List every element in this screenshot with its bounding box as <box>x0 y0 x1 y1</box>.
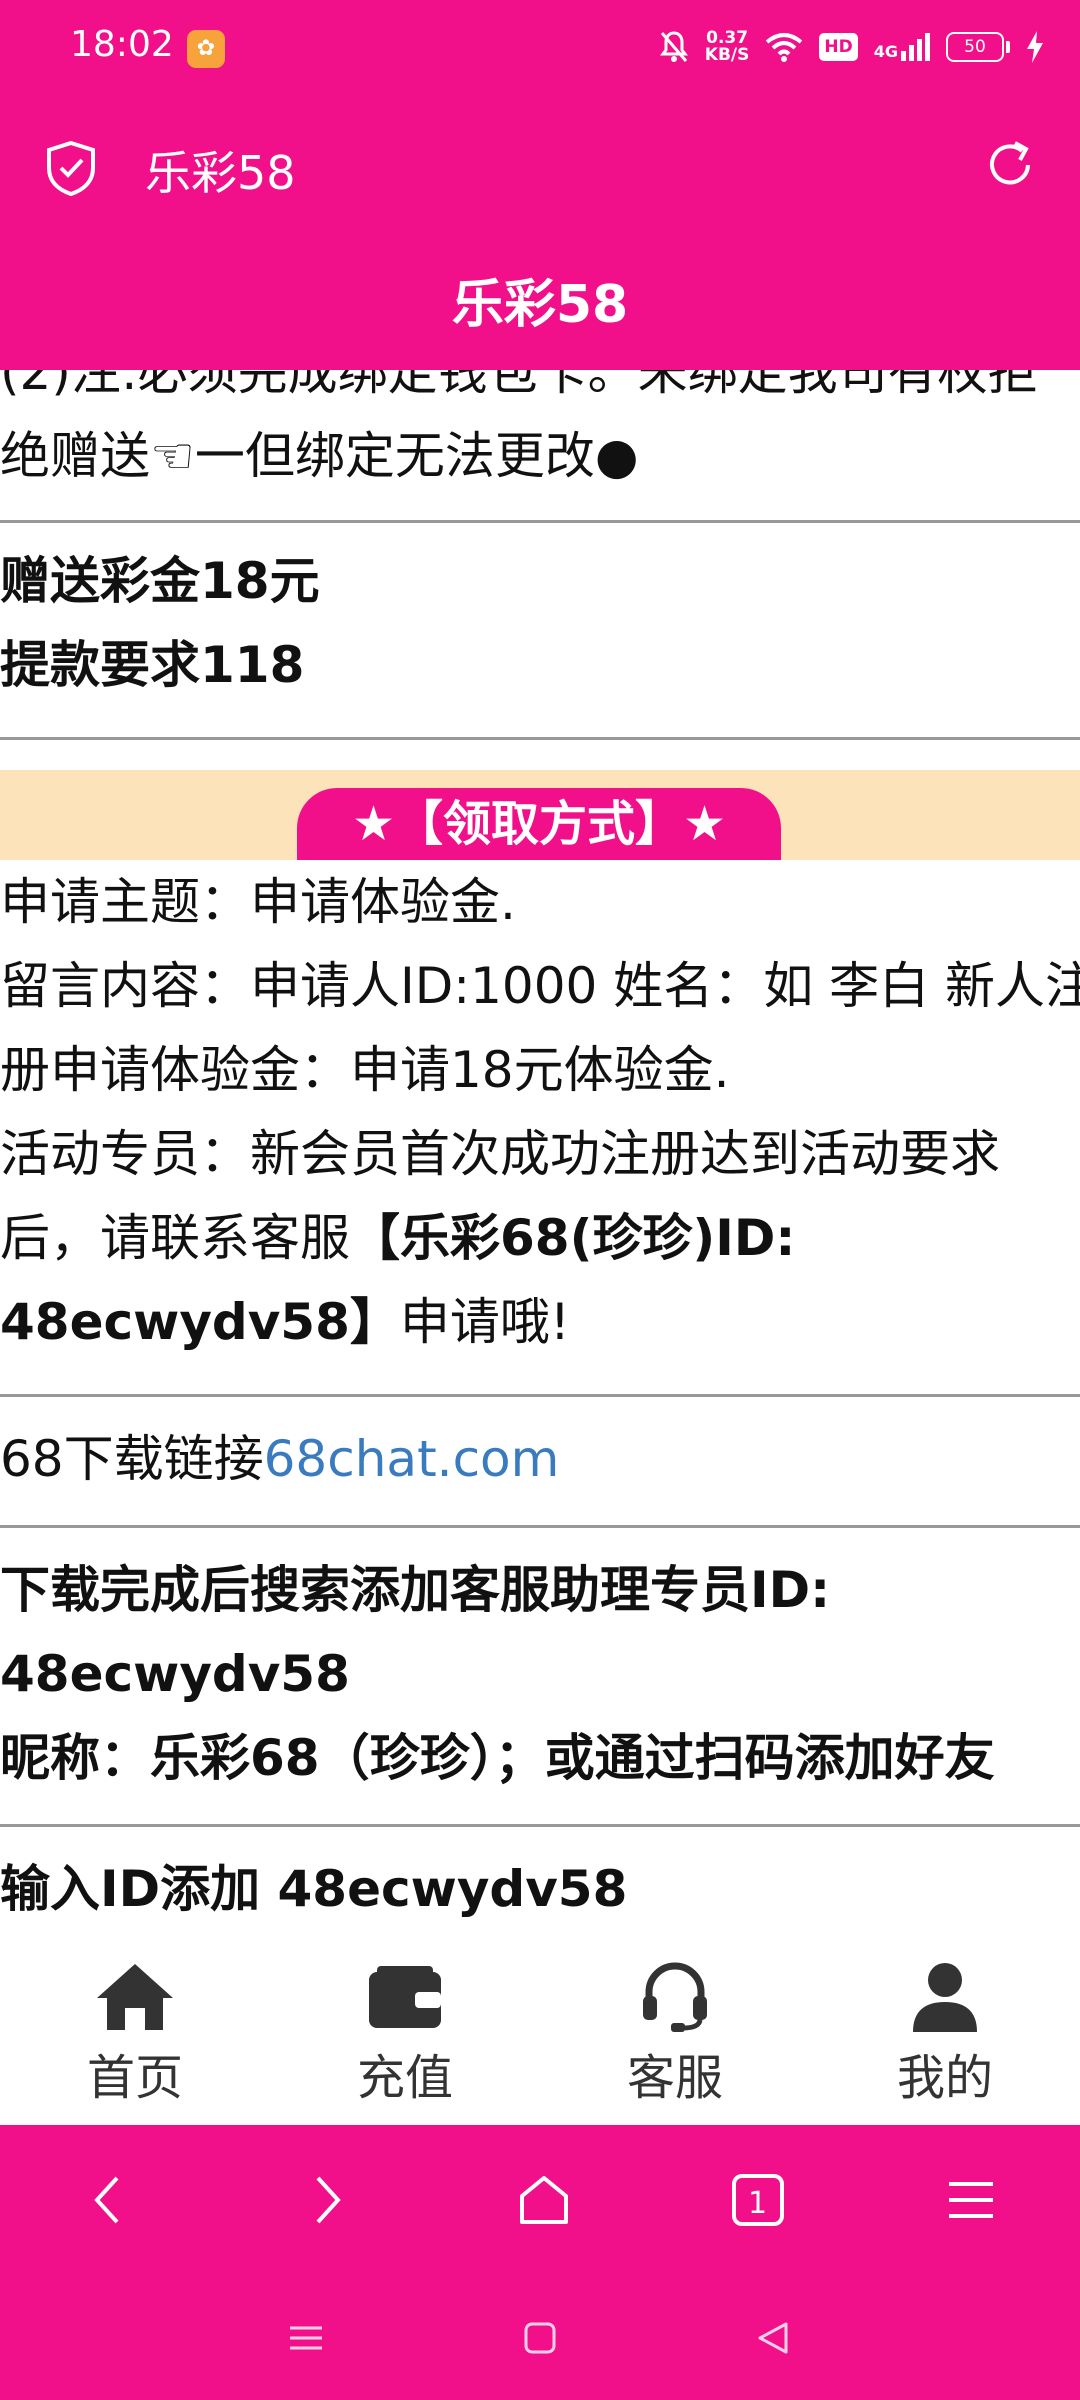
status-bar: 18:02 ✿ 0.37 KB/S HD 4G 50 <box>0 0 1080 95</box>
wifi-icon <box>766 33 803 62</box>
tab-recharge[interactable]: 充值 <box>270 1925 540 2125</box>
system-home-icon[interactable] <box>518 2316 562 2360</box>
divider <box>0 737 1080 740</box>
page-title: 乐彩58 <box>451 275 629 335</box>
charging-icon <box>1027 31 1043 63</box>
tab-count: 1 <box>748 2186 768 2221</box>
app-bar-title: 乐彩58 <box>145 146 296 200</box>
apply-subject: 申请主题：申请体验金. <box>0 873 516 931</box>
claim-method-banner: ★【领取方式】★ <box>0 770 1080 860</box>
recent-apps-icon[interactable] <box>284 2316 328 2360</box>
content-area[interactable]: (2)注:必须完成绑定钱包卡。未绑定我司有权拒 绝赠送☜一但绑定无法更改● 赠送… <box>0 370 1080 1925</box>
specialist-line-1: 活动专员：新会员首次成功注册达到活动要求 <box>0 1125 1000 1183</box>
system-back-icon[interactable] <box>752 2316 796 2360</box>
hd-icon: HD <box>819 33 858 61</box>
notification-app-icon: ✿ <box>187 30 225 68</box>
forward-icon[interactable] <box>296 2170 356 2230</box>
download-link[interactable]: 68chat.com <box>264 1430 560 1488</box>
app-bar: 乐彩58 <box>0 95 1080 240</box>
page-header: 乐彩58 <box>0 240 1080 370</box>
specialist-line-2: 后，请联系客服【乐彩68(珍珍)ID: <box>0 1209 796 1267</box>
shield-check-icon[interactable] <box>45 140 97 196</box>
signal-icon: 4G <box>874 33 930 61</box>
message-line-2: 册申请体验金：申请18元体验金. <box>0 1041 730 1099</box>
network-speed: 0.37 KB/S <box>704 28 750 65</box>
system-nav-bar <box>0 2275 1080 2400</box>
menu-icon[interactable] <box>941 2170 1001 2230</box>
user-icon <box>913 1963 977 2032</box>
status-time: 18:02 <box>70 24 174 65</box>
note-line-2: 绝赠送☜一但绑定无法更改● <box>0 427 639 485</box>
search-line-2: 48ecwydv58 <box>0 1645 350 1703</box>
withdraw-requirement: 提款要求118 <box>0 636 305 694</box>
headset-icon <box>643 1962 707 2032</box>
tabs-button[interactable]: 1 <box>731 2174 784 2226</box>
battery-icon: 50 <box>946 32 1010 62</box>
home-icon <box>97 1964 173 2030</box>
wallet-icon <box>369 1966 441 2028</box>
specialist-line-3: 48ecwydv58】申请哦! <box>0 1293 570 1351</box>
tab-customer-service[interactable]: 客服 <box>540 1925 810 2125</box>
tab-mine[interactable]: 我的 <box>810 1925 1080 2125</box>
partial-line: 输入ID添加 48ecwydv58 <box>0 1860 628 1918</box>
bonus-text: 赠送彩金18元 <box>0 552 320 610</box>
home-outline-icon[interactable] <box>514 2170 574 2230</box>
claim-method-title: ★【领取方式】★ <box>297 788 781 860</box>
back-icon[interactable] <box>79 2170 139 2230</box>
tab-home[interactable]: 首页 <box>0 1925 270 2125</box>
mute-bell-icon <box>659 31 688 62</box>
browser-toolbar: 1 <box>0 2125 1080 2275</box>
note-line-1: (2)注:必须完成绑定钱包卡。未绑定我司有权拒 <box>0 370 1038 401</box>
refresh-icon[interactable] <box>982 137 1038 193</box>
search-line-1: 下载完成后搜索添加客服助理专员ID: <box>0 1561 831 1619</box>
message-line-1: 留言内容：申请人ID:1000 姓名：如 李白 新人注 <box>0 957 1080 1015</box>
nickname-line: 昵称：乐彩68（珍珍）；或通过扫码添加好友 <box>0 1729 995 1787</box>
download-line: 68下载链接68chat.com <box>0 1430 560 1488</box>
bottom-tab-bar: 首页 充值 客服 我的 <box>0 1925 1080 2125</box>
